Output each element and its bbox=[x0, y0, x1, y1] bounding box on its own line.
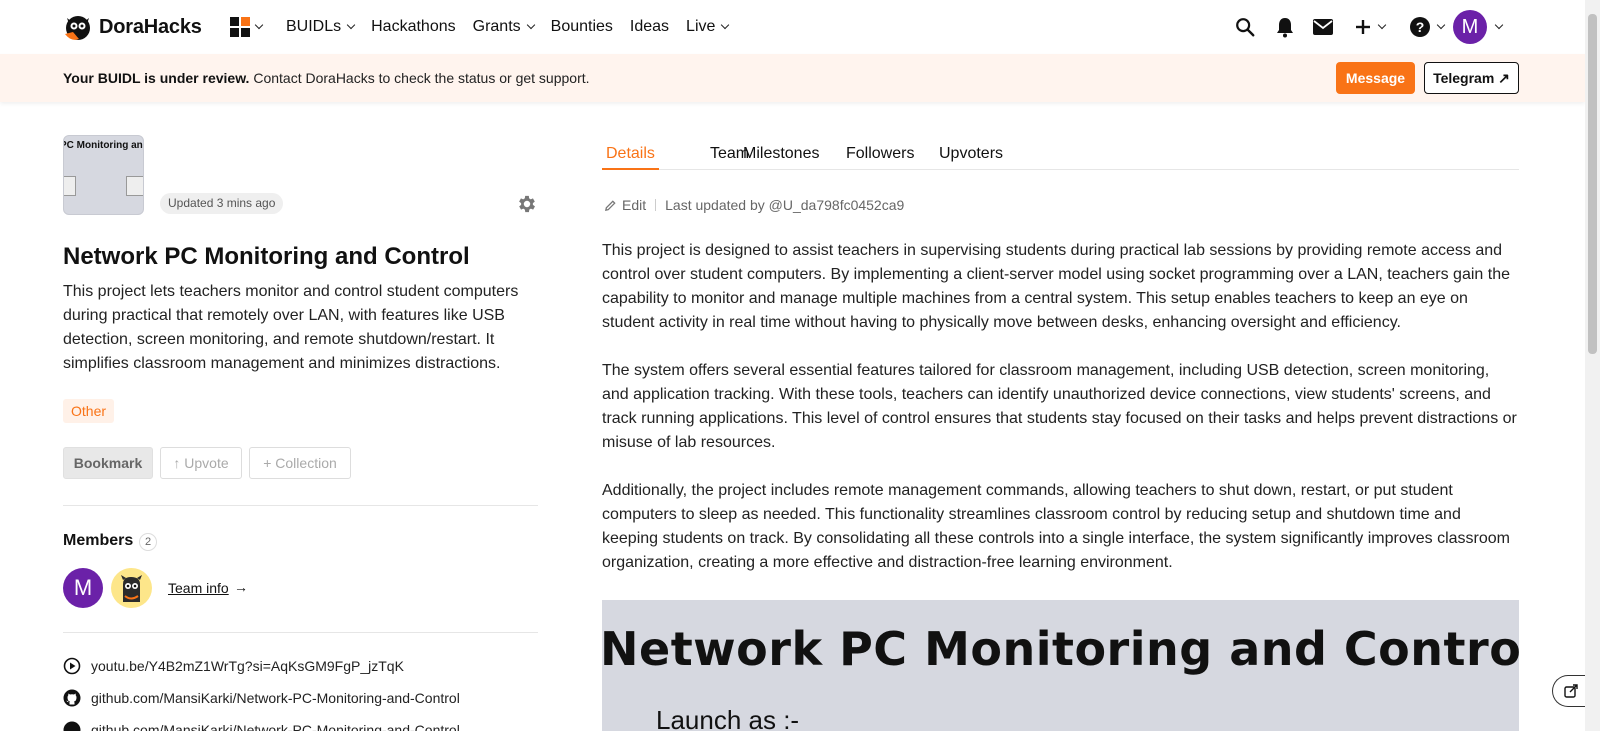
add-to-collection-button[interactable]: + Collection bbox=[249, 447, 351, 479]
dorahacks-owl-logo-icon bbox=[65, 16, 90, 40]
help-icon: ? bbox=[1410, 17, 1430, 37]
nav-item-ideas[interactable]: Ideas bbox=[630, 18, 669, 36]
nav-item-label: Grants bbox=[472, 18, 521, 35]
edit-button[interactable]: Edit bbox=[604, 197, 646, 213]
avatar: M bbox=[1453, 10, 1487, 44]
banner-text: Contact DoraHacks to check the status or… bbox=[249, 70, 590, 86]
create-menu-button[interactable] bbox=[1354, 15, 1387, 39]
banner-message: Your BUIDL is under review. Contact Dora… bbox=[63, 70, 590, 86]
nav-item-hackathons[interactable]: Hackathons bbox=[371, 18, 456, 36]
project-tabs: Details Team Milestones Followers Upvote… bbox=[602, 140, 1519, 170]
category-tag[interactable]: Other bbox=[63, 399, 115, 423]
tab-followers[interactable]: Followers bbox=[842, 140, 918, 170]
owl-avatar-icon bbox=[121, 575, 142, 602]
pencil-icon bbox=[605, 199, 616, 211]
nav-item-grants[interactable]: Grants bbox=[472, 18, 535, 36]
github-icon bbox=[63, 689, 81, 707]
details-paragraph: Additionally, the project includes remot… bbox=[602, 482, 1510, 571]
banner-bold-text: Your BUIDL is under review. bbox=[63, 70, 250, 86]
nav-item-live[interactable]: Live bbox=[686, 18, 730, 36]
video-link[interactable]: youtu.be/Y4B2mZ1WrTg?si=AqKsGM9FgP_jzTqK bbox=[63, 657, 404, 675]
search-icon bbox=[1236, 18, 1255, 37]
chevron-down-icon bbox=[1436, 20, 1446, 30]
chevron-down-icon bbox=[254, 20, 264, 30]
share-icon bbox=[1563, 684, 1578, 698]
last-updated-text: Last updated by @U_da798fc0452ca9 bbox=[665, 197, 905, 213]
divider bbox=[63, 632, 538, 633]
members-heading: Members bbox=[63, 532, 134, 549]
project-details: This project is designed to assist teach… bbox=[602, 239, 1519, 599]
upvote-button[interactable]: ↑ Upvote bbox=[160, 447, 242, 479]
project-preview-image: Network PC Monitoring and Control Launch… bbox=[602, 600, 1519, 731]
notifications-button[interactable] bbox=[1275, 15, 1295, 39]
review-banner: Your BUIDL is under review. Contact Dora… bbox=[0, 54, 1585, 102]
svg-text:?: ? bbox=[1416, 19, 1425, 35]
nav-item-bounties[interactable]: Bounties bbox=[551, 18, 613, 36]
bell-icon bbox=[1277, 18, 1293, 38]
message-button[interactable]: Message bbox=[1336, 62, 1415, 94]
page-scrollbar[interactable] bbox=[1585, 0, 1600, 731]
plus-icon bbox=[1356, 20, 1370, 34]
share-button[interactable] bbox=[1552, 675, 1588, 707]
preview-subtitle: Launch as :- bbox=[656, 705, 800, 731]
thumbnail-graphic bbox=[126, 176, 143, 196]
nav-actions: ? M bbox=[1185, 0, 1585, 54]
top-navbar: DoraHacks BUIDLs Hackathons Grants Bount… bbox=[0, 0, 1585, 54]
team-info-link[interactable]: Team info bbox=[168, 580, 229, 596]
messages-button[interactable] bbox=[1312, 15, 1334, 39]
nav-item-label: Hackathons bbox=[371, 18, 456, 35]
details-paragraph: This project is designed to assist teach… bbox=[602, 242, 1510, 331]
chevron-down-icon bbox=[1494, 20, 1504, 30]
user-menu-button[interactable]: M bbox=[1453, 10, 1504, 44]
chevron-down-icon bbox=[721, 20, 730, 30]
search-button[interactable] bbox=[1234, 15, 1256, 39]
tab-upvoters[interactable]: Upvoters bbox=[935, 140, 1007, 170]
preview-title: Network PC Monitoring and Control bbox=[602, 622, 1519, 676]
apps-menu-button[interactable] bbox=[230, 17, 264, 37]
tab-milestones[interactable]: Milestones bbox=[739, 140, 823, 170]
updated-badge: Updated 3 mins ago bbox=[160, 193, 284, 214]
brand-logo-link[interactable]: DoraHacks bbox=[63, 12, 202, 42]
mail-icon bbox=[1313, 19, 1333, 35]
nav-item-label: BUIDLs bbox=[286, 18, 342, 35]
divider bbox=[63, 505, 538, 506]
nav-item-label: Live bbox=[686, 18, 716, 35]
main-nav: BUIDLs Hackathons Grants Bounties Ideas … bbox=[286, 0, 745, 54]
edit-label: Edit bbox=[622, 197, 647, 213]
nav-item-label: Ideas bbox=[629, 18, 670, 35]
telegram-button[interactable]: Telegram ↗ bbox=[1424, 62, 1519, 94]
nav-item-label: Bounties bbox=[550, 18, 613, 35]
brand-name: DoraHacks bbox=[99, 15, 202, 38]
thumbnail-graphic bbox=[64, 176, 76, 196]
project-thumbnail: PC Monitoring and Control bbox=[63, 135, 144, 215]
member-avatar[interactable]: M bbox=[63, 568, 103, 608]
thumbnail-text: PC Monitoring and Control bbox=[64, 140, 143, 151]
scrollbar-thumb[interactable] bbox=[1588, 14, 1597, 354]
apps-grid-icon bbox=[230, 17, 250, 37]
chevron-down-icon bbox=[346, 20, 356, 30]
chevron-down-icon bbox=[1377, 20, 1387, 30]
bookmark-button[interactable]: Bookmark bbox=[63, 447, 153, 479]
link-label: youtu.be/Y4B2mZ1WrTg?si=AqKsGM9FgP_jzTqK bbox=[91, 658, 404, 674]
arrow-right-icon: → bbox=[234, 579, 248, 595]
link-label: github.com/MansiKarki/Network-PC-Monitor… bbox=[91, 690, 460, 706]
help-menu-button[interactable]: ? bbox=[1409, 15, 1446, 39]
separator bbox=[655, 199, 657, 211]
project-description: This project lets teachers monitor and c… bbox=[63, 283, 519, 372]
gear-icon[interactable] bbox=[516, 193, 538, 215]
nav-item-buidls[interactable]: BUIDLs bbox=[286, 18, 356, 36]
edit-toolbar: Edit Last updated by @U_da798fc0452ca9 bbox=[604, 197, 904, 213]
play-circle-icon bbox=[63, 657, 81, 675]
member-avatar[interactable] bbox=[111, 568, 152, 608]
members-count-badge: 2 bbox=[139, 533, 157, 551]
project-title: Network PC Monitoring and Control bbox=[63, 243, 470, 270]
chevron-down-icon bbox=[526, 20, 535, 30]
github-icon bbox=[63, 721, 81, 731]
details-paragraph: The system offers several essential feat… bbox=[602, 362, 1517, 451]
github-link[interactable]: github.com/MansiKarki/Network-PC-Monitor… bbox=[63, 689, 460, 707]
github-link[interactable]: github.com/MansiKarki/Network-PC-Monitor… bbox=[63, 721, 460, 731]
tab-details[interactable]: Details bbox=[602, 140, 659, 170]
link-label: github.com/MansiKarki/Network-PC-Monitor… bbox=[91, 722, 460, 731]
